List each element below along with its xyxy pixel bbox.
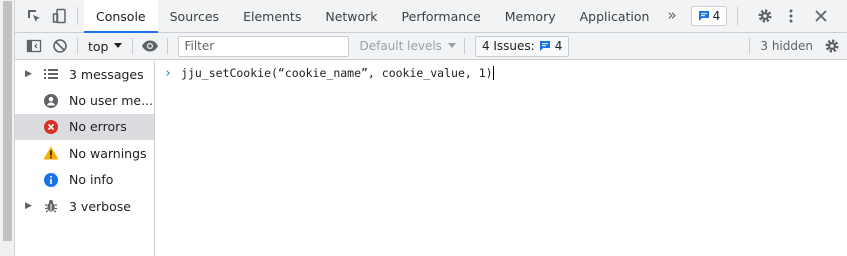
info-icon bbox=[41, 172, 61, 188]
more-options-icon[interactable] bbox=[778, 3, 804, 29]
tab-separator bbox=[737, 7, 739, 25]
expand-arrow-icon[interactable]: ▶ bbox=[25, 201, 37, 211]
sidebar-item-info[interactable]: No info bbox=[15, 167, 154, 193]
toolbar-separator bbox=[463, 38, 465, 54]
warning-icon bbox=[41, 145, 61, 161]
sidebar-item-verbose[interactable]: ▶ 3 verbose bbox=[15, 193, 154, 219]
settings-gear-icon[interactable] bbox=[752, 3, 778, 29]
dropdown-triangle-icon bbox=[114, 43, 123, 48]
page-scrollbar[interactable] bbox=[0, 0, 15, 256]
close-devtools-icon[interactable] bbox=[808, 3, 834, 29]
tab-network[interactable]: Network bbox=[313, 0, 389, 33]
sidebar-item-user-messages[interactable]: No user me... bbox=[15, 87, 154, 113]
toolbar-separator bbox=[749, 38, 751, 54]
toolbar-separator bbox=[167, 38, 169, 54]
inspect-element-icon[interactable] bbox=[21, 3, 47, 29]
clear-console-icon[interactable] bbox=[47, 33, 73, 59]
sidebar-item-warnings[interactable]: No warnings bbox=[15, 140, 154, 166]
hidden-messages-count: 3 hidden bbox=[760, 39, 813, 53]
filter-input[interactable] bbox=[178, 35, 350, 57]
message-icon bbox=[539, 41, 550, 51]
device-toolbar-icon[interactable] bbox=[47, 3, 73, 29]
sidebar-item-label: 3 verbose bbox=[69, 198, 131, 214]
sidebar-item-label: No errors bbox=[69, 119, 127, 135]
bug-icon bbox=[41, 198, 61, 214]
issues-badge-count: 4 bbox=[712, 9, 721, 23]
sidebar-item-label: No info bbox=[69, 172, 114, 188]
prompt-chevron-icon: › bbox=[164, 65, 172, 81]
live-expression-eye-icon[interactable] bbox=[137, 33, 163, 59]
tab-console[interactable]: Console bbox=[84, 0, 158, 33]
message-icon bbox=[698, 11, 709, 21]
console-sidebar: ▶ 3 messages No user me... No errors No … bbox=[15, 61, 155, 256]
console-settings-gear-icon[interactable] bbox=[819, 33, 845, 59]
log-levels-dropdown[interactable]: Default levels bbox=[359, 39, 456, 53]
sidebar-item-label: No warnings bbox=[69, 145, 147, 161]
console-panel[interactable]: › jju_setCookie(“cookie_name”, cookie_va… bbox=[156, 61, 847, 256]
tab-separator bbox=[77, 7, 78, 25]
tab-memory[interactable]: Memory bbox=[493, 0, 568, 33]
devtools-tabbar: Console Sources Elements Network Perform… bbox=[15, 0, 847, 33]
more-tabs-icon[interactable]: » bbox=[661, 6, 684, 27]
toolbar-separator bbox=[77, 38, 78, 54]
issues-count: 4 bbox=[554, 39, 563, 53]
dropdown-triangle-icon bbox=[447, 43, 456, 48]
tab-application[interactable]: Application bbox=[568, 0, 662, 33]
sidebar-item-errors[interactable]: No errors bbox=[15, 113, 154, 141]
list-icon bbox=[41, 66, 61, 82]
user-icon bbox=[41, 93, 61, 109]
context-label: top bbox=[88, 38, 109, 54]
text-cursor bbox=[492, 66, 494, 80]
issues-label: 4 Issues: bbox=[481, 39, 535, 53]
log-levels-label: Default levels bbox=[359, 39, 442, 53]
tab-elements[interactable]: Elements bbox=[231, 0, 313, 33]
sidebar-item-messages[interactable]: ▶ 3 messages bbox=[15, 61, 154, 87]
show-sidebar-icon[interactable] bbox=[21, 33, 47, 59]
toolbar-separator bbox=[132, 38, 134, 54]
expand-arrow-icon[interactable]: ▶ bbox=[25, 69, 37, 79]
sidebar-item-label: No user me... bbox=[69, 93, 153, 109]
issues-button[interactable]: 4 Issues: 4 bbox=[474, 35, 570, 57]
console-input-text[interactable]: jju_setCookie(“cookie_name”, cookie_valu… bbox=[181, 66, 493, 80]
context-selector[interactable]: top bbox=[82, 39, 128, 54]
tab-sources[interactable]: Sources bbox=[158, 0, 231, 33]
error-icon bbox=[41, 119, 61, 135]
console-prompt[interactable]: › jju_setCookie(“cookie_name”, cookie_va… bbox=[156, 61, 847, 85]
tab-performance[interactable]: Performance bbox=[390, 0, 493, 33]
issues-badge[interactable]: 4 bbox=[690, 6, 728, 26]
sidebar-item-label: 3 messages bbox=[69, 66, 144, 82]
scrollbar-thumb[interactable] bbox=[3, 1, 12, 241]
console-toolbar: top Default levels 4 Issues: 4 3 hidden bbox=[15, 33, 847, 60]
